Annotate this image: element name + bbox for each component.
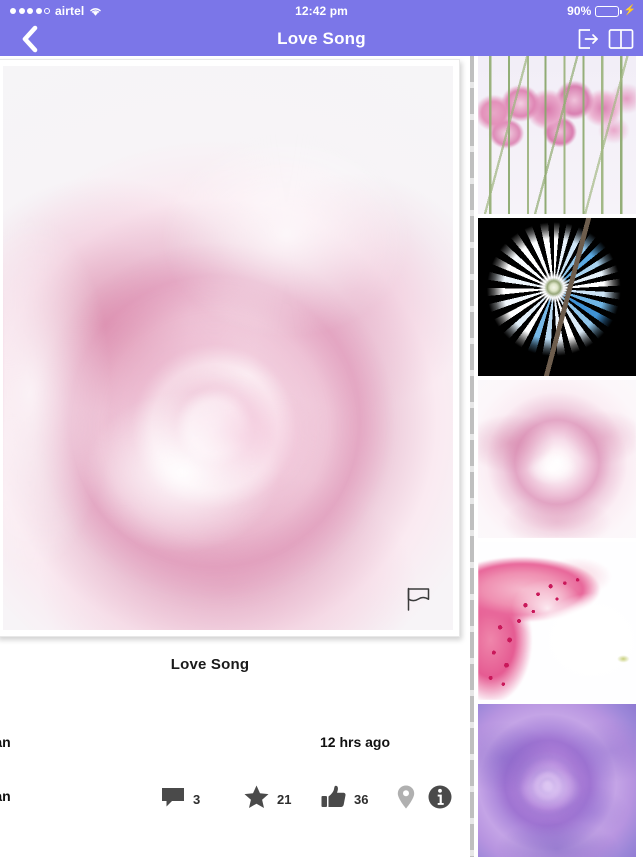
comment-bubble-icon [160, 785, 186, 814]
thumbnail-item[interactable] [478, 56, 636, 214]
owner-name-secondary[interactable]: rwan [0, 788, 11, 804]
flag-icon[interactable] [399, 582, 439, 616]
photo-title: Love Song [170, 656, 250, 673]
like-button[interactable]: 36 [320, 774, 368, 824]
content-area: Love Song rwan 12 hrs ago rwan 3 [0, 56, 643, 857]
status-bar-right: 90% ⚡ [567, 4, 636, 18]
photo-action-row: rwan 3 21 [0, 774, 470, 824]
thumbnail-item[interactable] [478, 218, 636, 376]
main-photo[interactable] [3, 66, 453, 630]
location-button[interactable] [396, 774, 416, 824]
timestamp: 12 hrs ago [320, 734, 391, 750]
like-count: 36 [354, 791, 369, 807]
battery-percent-label: 90% [567, 4, 592, 18]
share-export-icon[interactable] [575, 26, 601, 52]
location-pin-icon [396, 784, 416, 815]
owner-name[interactable]: rwan [0, 734, 11, 750]
thumbnail-strip[interactable] [478, 56, 643, 857]
battery-icon [595, 5, 622, 17]
nav-actions [575, 22, 635, 56]
status-bar: airtel 12:42 pm 90% ⚡ [0, 0, 643, 22]
info-button[interactable] [427, 774, 453, 824]
comment-count: 3 [193, 791, 201, 807]
pane-divider-scrollbar[interactable] [470, 56, 474, 857]
thumbnail-item[interactable] [478, 704, 636, 857]
nav-bar: Love Song [0, 22, 643, 56]
favorite-count: 21 [277, 791, 292, 807]
favorite-button[interactable]: 21 [243, 774, 291, 824]
photo-meta-row: rwan 12 hrs ago [0, 734, 470, 758]
info-circle-icon [427, 784, 453, 815]
status-bar-clock: 12:42 pm [295, 4, 348, 18]
thumbnail-item[interactable] [478, 380, 636, 538]
comment-button[interactable]: 3 [160, 774, 200, 824]
thumbnail-item[interactable] [478, 542, 636, 700]
page-title: Love Song [277, 29, 366, 48]
book-icon[interactable] [607, 26, 635, 52]
photo-detail-pane: Love Song rwan 12 hrs ago rwan 3 [0, 56, 470, 857]
star-icon [243, 784, 270, 815]
thumbs-up-icon [320, 784, 347, 815]
photo-frame [0, 59, 460, 637]
charging-bolt-icon: ⚡ [623, 5, 636, 16]
